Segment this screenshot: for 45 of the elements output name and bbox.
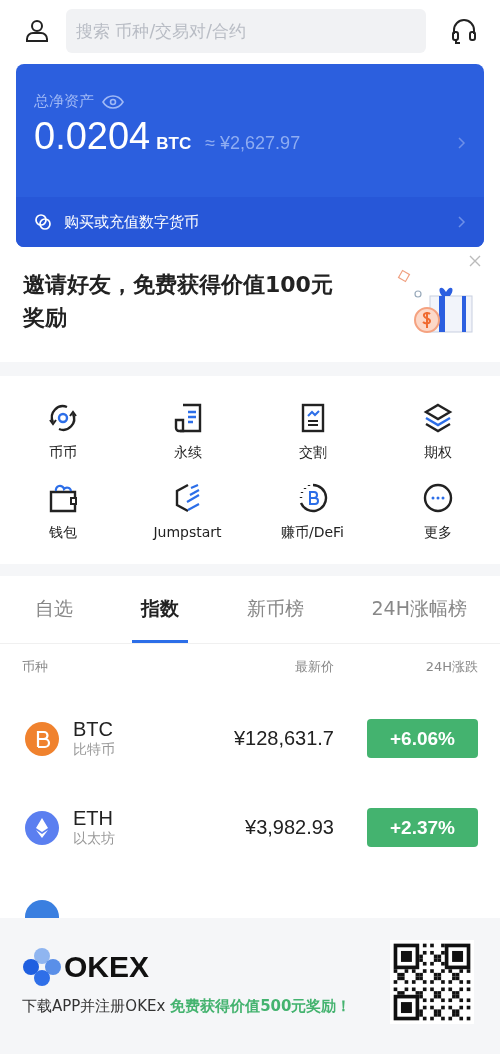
invite-text: 邀请好友，免费获得价值100元奖励 [23, 270, 334, 332]
asset-unit: BTC [156, 134, 192, 154]
market-tab[interactable]: 24H涨幅榜 [362, 576, 476, 643]
column-header: 最新价 [294, 658, 334, 676]
change-badge: +6.06% [367, 719, 478, 758]
shortcut-item[interactable]: 永续 [125, 400, 250, 462]
column-header: 24H涨跌 [424, 658, 478, 676]
coin-name: 以太坊 [73, 830, 116, 848]
shortcut-item[interactable]: 期权 [375, 400, 500, 462]
search-field[interactable]: 搜索 币种/交易对/合约 [66, 9, 426, 53]
eye-icon[interactable] [102, 94, 124, 109]
shortcut-item[interactable]: 钱包 [0, 480, 125, 542]
invite-banner[interactable]: 邀请好友，免费获得价值100元奖励 [0, 247, 500, 376]
chevron-right-icon [458, 137, 466, 149]
market-tab[interactable]: 指数 [131, 576, 188, 643]
brand-name: OKEX [64, 949, 150, 984]
market-row[interactable]: ETH 以太坊 ¥3,982.93 +2.37% [0, 783, 500, 872]
shortcut-item[interactable]: Jumpstart [125, 480, 250, 542]
shortcut-item[interactable]: 交割 [250, 400, 375, 462]
price-value: ¥128,631.7 [233, 727, 334, 750]
coin-symbol: ETH [73, 807, 114, 830]
price-value: ¥3,982.93 [245, 816, 334, 839]
market-tab[interactable]: 自选 [26, 576, 82, 643]
coin-symbol: BTC [73, 718, 114, 741]
coins-icon [34, 213, 52, 231]
change-badge: +2.37% [367, 808, 478, 847]
column-header: 币种 [22, 658, 49, 676]
asset-label: 总净资产 [34, 92, 94, 111]
logo-icon [22, 946, 62, 987]
shortcut-item[interactable]: 更多 [375, 480, 500, 542]
fiat-value: ≈ ¥2,627.97 [205, 133, 302, 154]
coin-name: 比特币 [73, 741, 116, 759]
chevron-right-icon [458, 216, 466, 228]
shortcut-item[interactable]: 币币 [0, 400, 125, 462]
asset-amount: 0.0204 [34, 115, 151, 158]
qr-code-icon [390, 940, 474, 1024]
market-tab[interactable]: 新币榜 [237, 576, 313, 643]
profile-icon[interactable] [24, 18, 50, 44]
download-banner[interactable]: OKEX 下载APP并注册OKEx 免费获得价值500元奖励！ [0, 918, 500, 1054]
promo-text: 下载APP并注册OKEx 免费获得价值500元奖励！ [22, 995, 353, 1017]
asset-card[interactable]: 总净资产 0.0204 BTC ≈ ¥2,627.97 购买或充值数字货币 [16, 64, 484, 247]
headset-icon[interactable] [450, 17, 478, 45]
buy-crypto-link[interactable]: 购买或充值数字货币 [16, 197, 484, 247]
market-row[interactable]: BTC 比特币 ¥128,631.7 +6.06% [0, 694, 500, 783]
shortcut-item[interactable]: 赚币/DeFi [250, 480, 375, 542]
